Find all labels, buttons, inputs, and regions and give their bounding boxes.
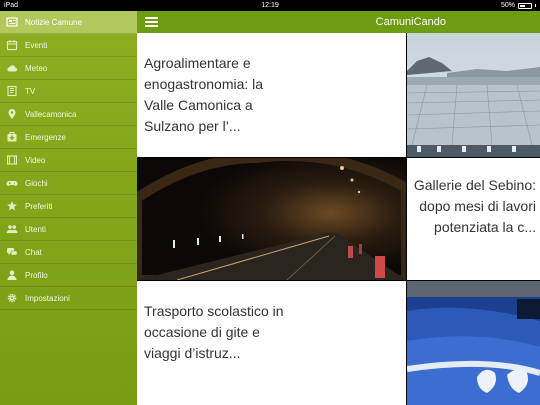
sidebar-item-label: Giochi: [25, 178, 48, 188]
sidebar-item-profilo[interactable]: Profilo: [0, 264, 137, 287]
tunnel-photo: [137, 158, 406, 280]
users-icon: [5, 223, 19, 235]
article-card-gallerie-sebino[interactable]: Gallerie del Sebino: dopo mesi di lavori…: [407, 158, 540, 280]
article-image-police-car[interactable]: [407, 281, 540, 405]
sidebar-item-impostazioni[interactable]: Impostazioni: [0, 287, 137, 310]
sidebar-item-tv[interactable]: TV: [0, 80, 137, 103]
sidebar-item-label: TV: [25, 86, 36, 96]
top-bar: CamuniCando: [137, 11, 540, 33]
article-image-lake[interactable]: [407, 33, 540, 157]
sidebar-item-video[interactable]: Video: [0, 149, 137, 172]
sidebar-item-vallecamonica[interactable]: Vallecamonica: [0, 103, 137, 126]
sidebar-item-label: Utenti: [25, 224, 46, 234]
status-bar: iPad 12:19 50%: [0, 0, 540, 11]
article-title[interactable]: Agroalimentare e enogastronomia: la Vall…: [144, 53, 284, 137]
article-title[interactable]: Trasporto scolastico in occasione di git…: [144, 301, 284, 364]
sidebar-item-preferiti[interactable]: Preferiti: [0, 195, 137, 218]
sidebar-item-label: Impostazioni: [25, 293, 70, 303]
sidebar-item-utenti[interactable]: Utenti: [0, 218, 137, 241]
map-pin-icon: [5, 108, 19, 120]
star-icon: [5, 200, 19, 212]
sidebar-item-label: Video: [25, 155, 46, 165]
article-card-agroalimentare[interactable]: Agroalimentare e enogastronomia: la Vall…: [137, 33, 406, 157]
article-image-tunnel[interactable]: [137, 158, 406, 280]
clock: 12:19: [261, 2, 279, 9]
cloud-icon: [5, 62, 19, 74]
video-icon: [5, 154, 19, 166]
sidebar-item-label: Meteo: [25, 63, 48, 73]
calendar-icon: [5, 39, 19, 51]
sidebar: Notizie Camune Eventi Meteo TV Vallecamo…: [0, 11, 137, 405]
battery-indicator: 50%: [501, 0, 536, 11]
sidebar-item-label: Preferiti: [25, 201, 53, 211]
sidebar-item-giochi[interactable]: Giochi: [0, 172, 137, 195]
sidebar-item-chat[interactable]: Chat: [0, 241, 137, 264]
medkit-icon: [5, 131, 19, 143]
newspaper-icon: [5, 16, 19, 28]
app-title: CamuniCando: [375, 16, 446, 28]
sidebar-item-label: Emergenze: [25, 132, 66, 142]
battery-percent: 50%: [500, 2, 515, 9]
lake-photo: [407, 33, 540, 157]
article-title[interactable]: Gallerie del Sebino: dopo mesi di lavori…: [408, 175, 536, 238]
battery-icon: [518, 2, 532, 9]
sidebar-item-label: Profilo: [25, 270, 48, 280]
sidebar-item-label: Vallecamonica: [25, 109, 77, 119]
gamepad-icon: [5, 177, 19, 189]
sidebar-item-label: Eventi: [25, 40, 48, 50]
tv-icon: [5, 85, 19, 97]
article-card-trasporto-scolastico[interactable]: Trasporto scolastico in occasione di git…: [137, 281, 406, 405]
chat-icon: [5, 246, 19, 258]
police-car-photo: [407, 281, 540, 405]
hamburger-menu-icon[interactable]: [145, 17, 158, 27]
news-grid: Agroalimentare e enogastronomia: la Vall…: [137, 33, 540, 405]
user-icon: [5, 269, 19, 281]
sidebar-item-label: Notizie Camune: [25, 17, 82, 27]
sidebar-item-eventi[interactable]: Eventi: [0, 34, 137, 57]
sidebar-item-label: Chat: [25, 247, 42, 257]
gear-icon: [5, 292, 19, 304]
sidebar-item-notizie-camune[interactable]: Notizie Camune: [0, 11, 137, 34]
sidebar-item-emergenze[interactable]: Emergenze: [0, 126, 137, 149]
sidebar-item-meteo[interactable]: Meteo: [0, 57, 137, 80]
